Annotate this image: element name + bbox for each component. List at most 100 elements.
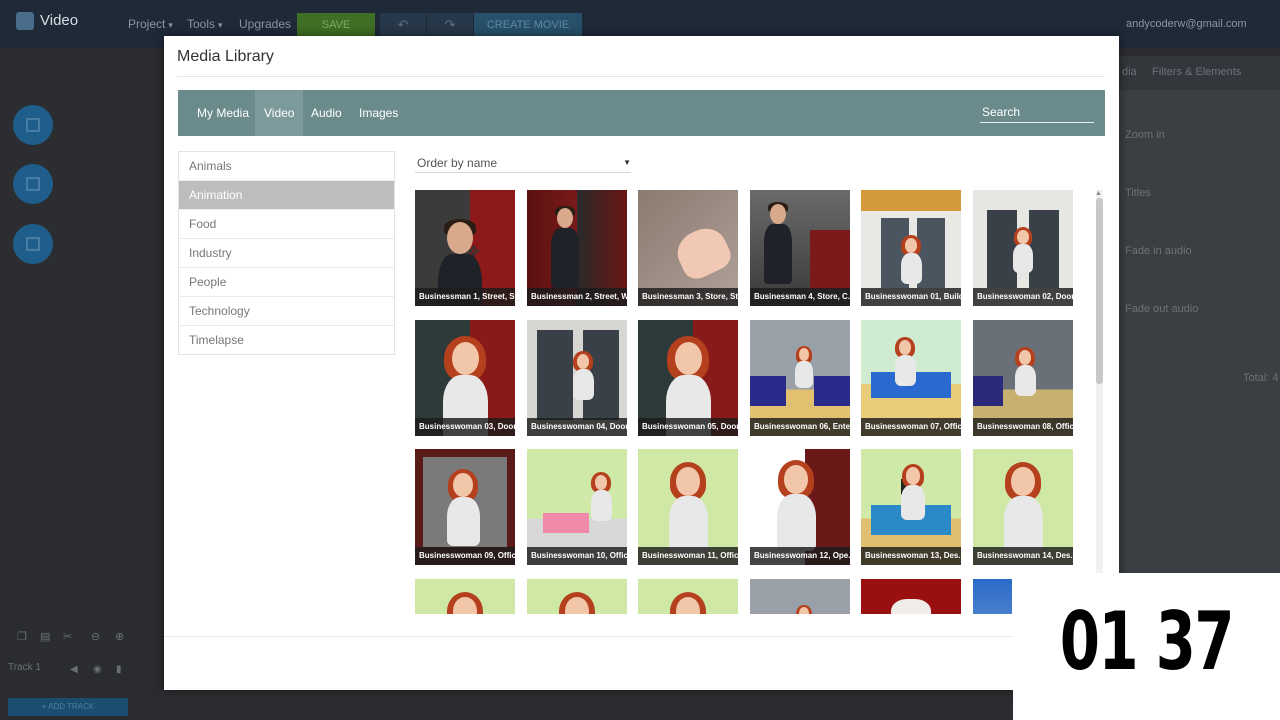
video-caption: Businesswoman 05, Door... [638, 418, 738, 436]
caret-down-icon: ▾ [168, 20, 173, 30]
video-thumbnail[interactable]: Businesswoman 04, Door... [527, 320, 627, 436]
video-caption: Businesswoman 01, Buildi... [861, 288, 961, 306]
add-video-icon[interactable] [13, 105, 53, 145]
video-caption: Businesswoman 12, Ope... [750, 547, 850, 565]
volume-icon[interactable]: ◀ [70, 664, 78, 675]
video-thumbnail[interactable]: Businesswoman 10, Offic... [527, 449, 627, 565]
move-cursor-icon: ✥ [468, 243, 480, 259]
video-thumbnail[interactable]: Businesswoman 08, Offic... [973, 320, 1073, 436]
video-caption: Businesswoman 09, Offic... [415, 547, 515, 565]
paste-icon[interactable]: ▤ [40, 630, 50, 643]
filter-fade-out-audio[interactable]: Fade out audio [1125, 303, 1198, 315]
video-thumbnail[interactable]: Businesswoman 14, Des... [973, 449, 1073, 565]
tab-my-media[interactable]: My Media [188, 90, 258, 136]
filter-fade-in-audio[interactable]: Fade in audio [1125, 245, 1192, 257]
save-button[interactable]: SAVE [297, 13, 375, 37]
brand-logo[interactable]: Video [16, 12, 78, 31]
video-thumbnail[interactable]: Businesswoman 05, Door... [638, 320, 738, 436]
video-thumbnail[interactable] [861, 579, 961, 614]
filter-zoom-in[interactable]: Zoom in [1125, 129, 1165, 141]
video-thumbnail[interactable]: Businesswoman 12, Ope... [750, 449, 850, 565]
video-thumbnail[interactable]: Businesswoman 07, Offic... [861, 320, 961, 436]
video-thumbnail[interactable]: Businessman 3, Store, St... [638, 190, 738, 306]
delete-icon[interactable]: ▮ [116, 664, 122, 675]
order-select[interactable]: Order by name ▼ [415, 153, 631, 173]
cut-icon[interactable]: ✂ [63, 630, 72, 643]
video-grid: Businessman 1, Street, St... Businessman … [415, 190, 1090, 614]
right-panel: dia Filters & Elements Zoom in Titles Fa… [1118, 56, 1280, 576]
undo-icon[interactable]: ↶ [380, 13, 426, 37]
search-box [980, 102, 1094, 123]
video-thumbnail[interactable]: Businesswoman 11, Offic... [638, 449, 738, 565]
category-people[interactable]: People [179, 268, 394, 297]
menu-project[interactable]: Project ▾ [128, 17, 173, 31]
copy-icon[interactable]: ❐ [17, 630, 27, 643]
tab-video[interactable]: Video [255, 90, 304, 136]
video-caption: Businessman 3, Store, St... [638, 288, 738, 306]
scroll-up-icon[interactable]: ▲ [1095, 190, 1102, 197]
video-thumbnail[interactable]: Businesswoman 13, Des... [861, 449, 961, 565]
video-thumbnail[interactable]: Businesswoman 02, Door... [973, 190, 1073, 306]
video-thumbnail[interactable] [638, 579, 738, 614]
create-movie-button[interactable]: CREATE MOVIE [474, 13, 582, 37]
redo-icon[interactable]: ↷ [427, 13, 473, 37]
logo-icon [16, 12, 34, 31]
video-thumbnail[interactable]: Businesswoman 09, Offic... [415, 449, 515, 565]
media-tabs-bar: My Media Video Audio Images [178, 90, 1105, 136]
total-count: Total: 4 [1243, 372, 1279, 384]
track-label: Track 1 [8, 662, 41, 673]
add-media-icon[interactable] [13, 164, 53, 204]
timer-overlay: 01 37 [1013, 573, 1280, 720]
category-animals[interactable]: Animals [179, 152, 394, 181]
menu-tools[interactable]: Tools ▾ [187, 17, 223, 31]
modal-footer-divider [164, 636, 1119, 637]
modal-title: Media Library [177, 48, 274, 65]
video-caption: Businesswoman 02, Door... [973, 288, 1073, 306]
video-caption: Businesswoman 10, Offic... [527, 547, 627, 565]
user-email[interactable]: andycoderw@gmail.com [1126, 18, 1247, 30]
filter-titles[interactable]: Titles [1125, 187, 1151, 199]
video-thumbnail[interactable]: Businesswoman 01, Buildi... [861, 190, 961, 306]
video-caption: Businessman 2, Street, W... [527, 288, 627, 306]
menu-upgrades[interactable]: Upgrades [239, 17, 291, 31]
video-caption: Businesswoman 13, Des... [861, 547, 961, 565]
media-library-modal: Media Library My Media Video Audio Image… [164, 36, 1119, 690]
video-caption: Businesswoman 06, Ente... [750, 418, 850, 436]
video-thumbnail[interactable] [750, 579, 850, 614]
video-thumbnail[interactable]: Businessman 4, Store, C... [750, 190, 850, 306]
video-caption: Businesswoman 08, Offic... [973, 418, 1073, 436]
video-thumbnail[interactable]: Businesswoman 03, Door... [415, 320, 515, 436]
tab-filters-elements[interactable]: Filters & Elements [1152, 66, 1241, 78]
scrollbar-thumb[interactable] [1096, 198, 1103, 384]
category-food[interactable]: Food [179, 210, 394, 239]
video-caption: Businesswoman 14, Des... [973, 547, 1073, 565]
video-caption: Businessman 1, Street, St... [415, 288, 515, 306]
tab-images[interactable]: Images [350, 90, 407, 136]
search-input[interactable] [980, 102, 1094, 122]
caret-down-icon: ▾ [218, 20, 223, 30]
eye-icon[interactable]: ◉ [93, 664, 102, 675]
category-technology[interactable]: Technology [179, 297, 394, 326]
add-track-button[interactable]: + ADD TRACK [8, 698, 128, 716]
zoom-out-icon[interactable]: ⊖ [91, 630, 100, 643]
video-caption: Businesswoman 07, Offic... [861, 418, 961, 436]
video-thumbnail[interactable]: Businessman 1, Street, St... [415, 190, 515, 306]
timer-text: 01 37 [1059, 595, 1235, 688]
category-animation[interactable]: Animation [179, 181, 394, 210]
modal-divider [177, 76, 1105, 77]
video-caption: Businesswoman 04, Door... [527, 418, 627, 436]
tab-media[interactable]: dia [1122, 66, 1137, 78]
video-thumbnail[interactable] [973, 579, 1012, 614]
timeline-panel: ❐ ▤ ✂ ⊖ ⊕ Track 1 ◀ ◉ ▮ + ADD TRACK [0, 620, 164, 720]
caret-down-icon: ▼ [623, 158, 631, 167]
video-caption: Businessman 4, Store, C... [750, 288, 850, 306]
video-thumbnail[interactable]: Businessman 2, Street, W... [527, 190, 627, 306]
add-image-icon[interactable] [13, 224, 53, 264]
video-thumbnail[interactable] [527, 579, 627, 614]
zoom-in-icon[interactable]: ⊕ [115, 630, 124, 643]
category-industry[interactable]: Industry [179, 239, 394, 268]
video-thumbnail[interactable] [415, 579, 515, 614]
tab-audio[interactable]: Audio [302, 90, 351, 136]
video-thumbnail[interactable]: Businesswoman 06, Ente... [750, 320, 850, 436]
category-timelapse[interactable]: Timelapse [179, 326, 394, 354]
